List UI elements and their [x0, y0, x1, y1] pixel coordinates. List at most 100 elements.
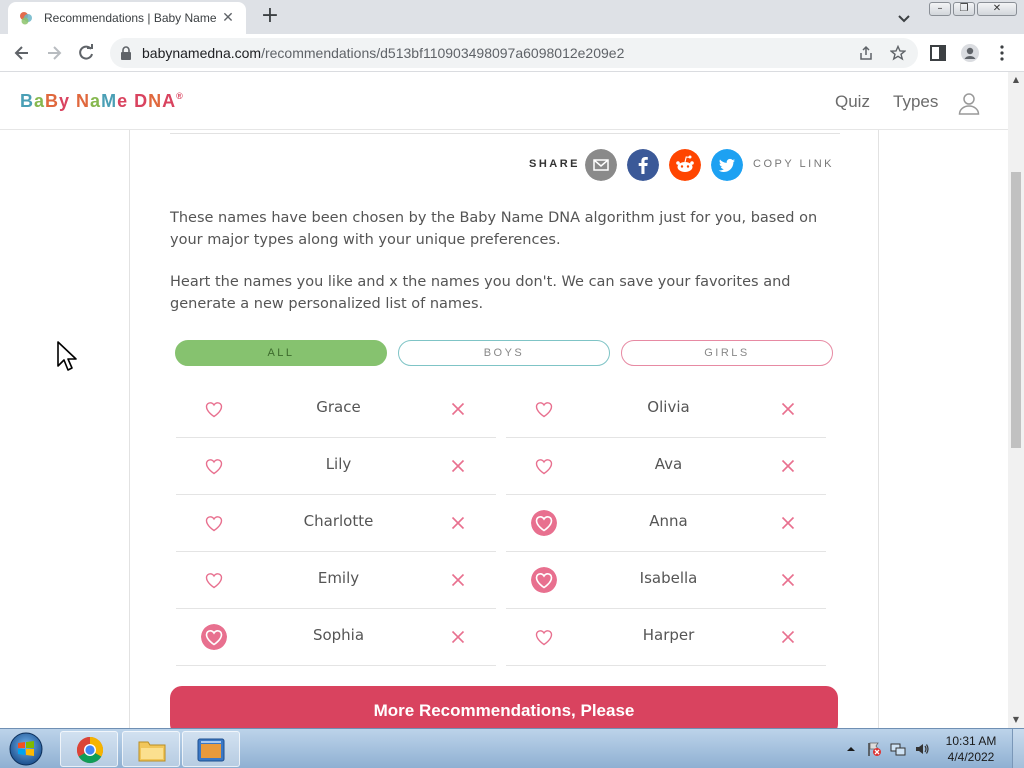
heart-outline-icon[interactable] — [201, 396, 227, 422]
dismiss-x-icon[interactable] — [781, 573, 795, 587]
name-row: Grace — [176, 381, 496, 438]
taskbar-chrome-app[interactable] — [60, 731, 118, 767]
baby-name-label: Lily — [325, 455, 352, 473]
browser-tab-strip: Recommendations | Baby Name DNA ✕ + – ❐ … — [0, 0, 1024, 34]
baby-name-label: Isabella — [639, 569, 698, 587]
twitter-share-icon[interactable] — [711, 149, 743, 181]
baby-name-label: Charlotte — [303, 512, 374, 530]
scroll-up-arrow-icon[interactable]: ▲ — [1012, 76, 1020, 84]
window-restore-button[interactable]: ❐ — [953, 2, 975, 16]
forward-arrow-icon[interactable] — [44, 43, 64, 63]
site-logo[interactable]: BaBy NaMe DNA® — [20, 91, 184, 112]
taskbar-explorer-app[interactable] — [122, 731, 180, 767]
clock-date: 4/4/2022 — [947, 750, 995, 764]
windows-taskbar: 10:31 AM 4/4/2022 — [0, 728, 1024, 768]
heart-outline-icon[interactable] — [531, 453, 557, 479]
baby-name-label: Ava — [654, 455, 683, 473]
network-icon[interactable] — [890, 741, 906, 757]
filter-girls-button[interactable]: GIRLS — [621, 340, 833, 366]
action-center-flag-icon[interactable] — [866, 741, 882, 757]
tab-close-icon[interactable]: ✕ — [220, 10, 236, 26]
heart-outline-icon[interactable] — [531, 624, 557, 650]
chrome-menu-icon[interactable] — [992, 43, 1012, 63]
browser-tab-active[interactable]: Recommendations | Baby Name DNA ✕ — [8, 2, 246, 34]
scroll-down-arrow-icon[interactable]: ▼ — [1012, 716, 1020, 724]
share-page-icon[interactable] — [858, 45, 874, 61]
name-row: Harper — [506, 609, 826, 666]
clock-time: 10:31 AM — [945, 734, 997, 748]
browser-toolbar: babynamedna.com/recommendations/d513bf11… — [0, 34, 1024, 72]
window-close-button[interactable]: ✕ — [977, 2, 1017, 16]
baby-name-label: Grace — [316, 398, 361, 416]
nav-quiz-link[interactable]: Quiz — [835, 92, 870, 112]
name-row: Charlotte — [176, 495, 496, 552]
dismiss-x-icon[interactable] — [781, 516, 795, 530]
url-text: babynamedna.com/recommendations/d513bf11… — [142, 45, 625, 61]
heart-filled-icon[interactable] — [531, 510, 557, 536]
dismiss-x-icon[interactable] — [781, 402, 795, 416]
reload-icon[interactable] — [76, 43, 96, 63]
name-row: Emily — [176, 552, 496, 609]
divider — [170, 133, 840, 134]
filter-all-button[interactable]: ALL — [175, 340, 387, 366]
show-desktop-button[interactable] — [1012, 729, 1024, 768]
site-favicon-icon — [20, 12, 32, 25]
page-viewport: BaBy NaMe DNA® Quiz Types SHARE COPY LIN… — [0, 72, 1008, 728]
heart-filled-icon[interactable] — [201, 624, 227, 650]
reddit-share-icon[interactable] — [669, 149, 701, 181]
back-arrow-icon[interactable] — [12, 43, 32, 63]
dismiss-x-icon[interactable] — [451, 459, 465, 473]
recommendations-card: SHARE COPY LINK These names have been ch… — [129, 130, 879, 728]
user-account-icon[interactable] — [957, 91, 981, 115]
new-tab-button[interactable]: + — [258, 5, 282, 29]
bookmark-star-icon[interactable] — [890, 45, 906, 61]
name-row: Ava — [506, 438, 826, 495]
name-row: Lily — [176, 438, 496, 495]
site-header: BaBy NaMe DNA® Quiz Types — [0, 72, 1008, 130]
instructions-paragraph: Heart the names you like and x the names… — [170, 274, 791, 312]
baby-name-label: Harper — [642, 626, 695, 644]
name-row: Anna — [506, 495, 826, 552]
tab-search-chevron-icon[interactable] — [896, 10, 912, 26]
facebook-share-icon[interactable] — [627, 149, 659, 181]
volume-speaker-icon[interactable] — [914, 741, 930, 757]
heart-outline-icon[interactable] — [201, 510, 227, 536]
heart-filled-icon[interactable] — [531, 567, 557, 593]
page-scrollbar[interactable]: ▲ ▼ — [1008, 72, 1024, 728]
dismiss-x-icon[interactable] — [451, 516, 465, 530]
profile-avatar-icon[interactable] — [960, 43, 980, 63]
address-bar[interactable]: babynamedna.com/recommendations/d513bf11… — [110, 38, 918, 68]
heart-outline-icon[interactable] — [201, 567, 227, 593]
dismiss-x-icon[interactable] — [781, 459, 795, 473]
dismiss-x-icon[interactable] — [451, 630, 465, 644]
name-row: Sophia — [176, 609, 496, 666]
baby-name-label: Olivia — [647, 398, 690, 416]
window-minimize-button[interactable]: – — [929, 2, 951, 16]
tray-expand-arrow-icon[interactable] — [843, 741, 859, 757]
dismiss-x-icon[interactable] — [781, 630, 795, 644]
heart-outline-icon[interactable] — [531, 396, 557, 422]
heart-outline-icon[interactable] — [201, 453, 227, 479]
filter-boys-button[interactable]: BOYS — [398, 340, 610, 366]
taskbar-app-3[interactable] — [182, 731, 240, 767]
windows-start-button-icon[interactable] — [6, 731, 46, 767]
tab-title: Recommendations | Baby Name DNA — [44, 11, 216, 25]
baby-name-label: Anna — [649, 512, 688, 530]
side-panel-icon[interactable] — [928, 43, 948, 63]
baby-name-label: Emily — [317, 569, 360, 587]
scrollbar-thumb[interactable] — [1011, 172, 1021, 448]
mouse-pointer-icon — [57, 341, 77, 371]
dismiss-x-icon[interactable] — [451, 402, 465, 416]
taskbar-clock[interactable]: 10:31 AM 4/4/2022 — [936, 733, 1006, 765]
dismiss-x-icon[interactable] — [451, 573, 465, 587]
nav-types-link[interactable]: Types — [893, 92, 938, 112]
copy-link-button[interactable]: COPY LINK — [753, 158, 834, 170]
folder-icon — [138, 741, 166, 762]
name-row: Isabella — [506, 552, 826, 609]
share-label: SHARE — [529, 158, 581, 170]
name-row: Olivia — [506, 381, 826, 438]
email-share-icon[interactable] — [585, 149, 617, 181]
more-recommendations-button[interactable]: More Recommendations, Please — [170, 686, 838, 728]
baby-name-label: Sophia — [312, 626, 365, 644]
chrome-icon — [76, 736, 104, 764]
